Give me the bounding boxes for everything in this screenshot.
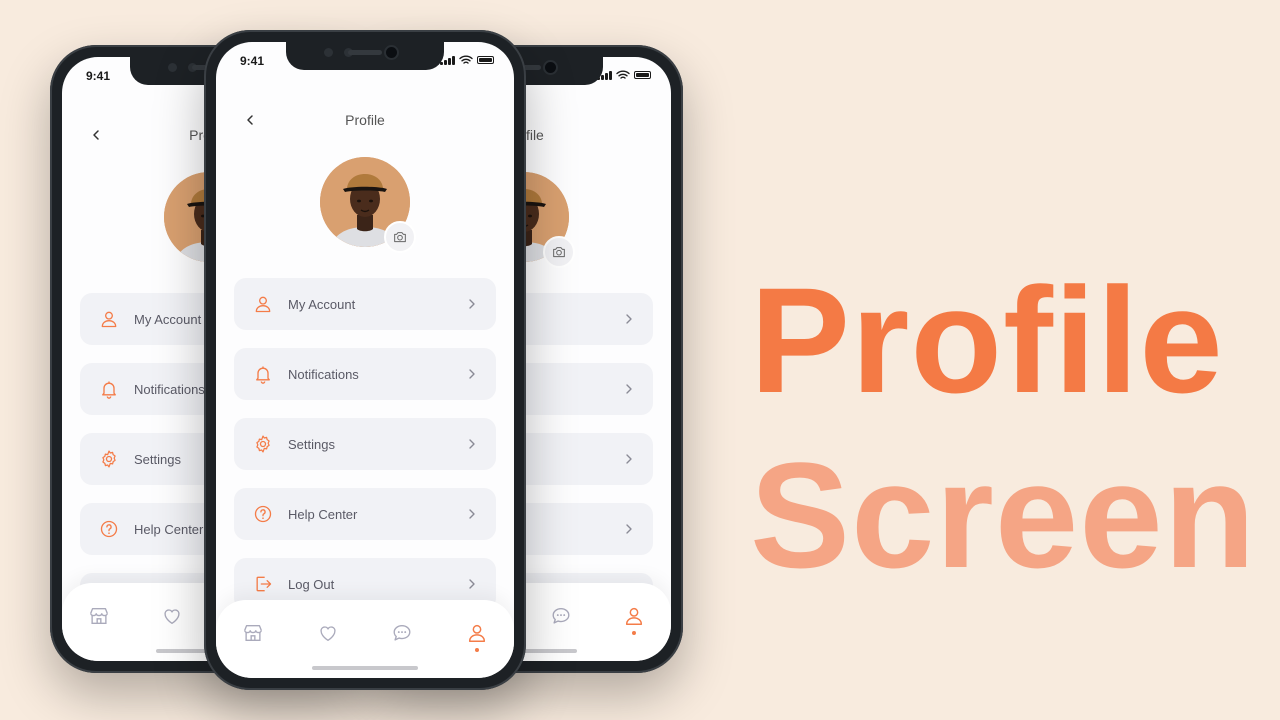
notch	[286, 42, 444, 70]
status-time: 9:41	[240, 54, 265, 68]
tab-chat[interactable]	[389, 620, 415, 646]
help-icon	[99, 519, 119, 539]
wifi-icon	[459, 55, 473, 64]
logout-icon	[253, 574, 273, 594]
status-icons	[597, 70, 651, 80]
heart-icon	[161, 605, 183, 627]
user-icon	[253, 294, 273, 314]
avatar	[320, 157, 416, 253]
change-photo-button[interactable]	[384, 221, 416, 253]
chevron-right-icon	[466, 438, 478, 450]
tab-profile[interactable]	[621, 603, 647, 629]
chevron-right-icon	[623, 383, 635, 395]
menu-item-label: Settings	[288, 436, 335, 452]
menu-item-settings[interactable]: Settings	[234, 418, 496, 470]
user-icon	[99, 309, 119, 329]
status-time: 9:41	[86, 69, 111, 83]
menu-item-label: Log Out	[288, 576, 335, 592]
screen-title: Profile	[345, 112, 385, 128]
menu-item-label: Help Center	[288, 506, 358, 522]
camera-icon	[392, 229, 408, 245]
chat-icon	[391, 622, 413, 644]
gear-icon	[99, 449, 119, 469]
wifi-icon	[616, 70, 630, 79]
chevron-right-icon	[623, 523, 635, 535]
battery-icon	[477, 56, 494, 64]
menu-item-notifications[interactable]: Notifications	[234, 348, 496, 400]
profile-menu: My Account Notifications Settings Help C…	[234, 278, 496, 628]
menu-item-my-account[interactable]: My Account	[234, 278, 496, 330]
store-icon	[242, 622, 264, 644]
tab-store[interactable]	[240, 620, 266, 646]
chevron-right-icon	[623, 453, 635, 465]
chat-icon	[550, 605, 572, 627]
tab-favorites[interactable]	[159, 603, 185, 629]
chevron-right-icon	[466, 298, 478, 310]
tab-chat[interactable]	[548, 603, 574, 629]
store-icon	[88, 605, 110, 627]
home-indicator	[312, 666, 418, 670]
tab-store[interactable]	[86, 603, 112, 629]
chevron-right-icon	[623, 313, 635, 325]
headline-line-1: Profile	[750, 256, 1224, 424]
bell-icon	[99, 379, 119, 399]
user-icon	[623, 605, 645, 627]
heart-icon	[317, 622, 339, 644]
chevron-right-icon	[466, 578, 478, 590]
menu-item-help-center[interactable]: Help Center	[234, 488, 496, 540]
bell-icon	[253, 364, 273, 384]
tab-favorites[interactable]	[315, 620, 341, 646]
chevron-right-icon	[466, 508, 478, 520]
chevron-right-icon	[466, 368, 478, 380]
change-photo-button[interactable]	[543, 236, 575, 268]
gear-icon	[253, 434, 273, 454]
screen-front: 9:41 Profile My Account Notifications Se…	[216, 42, 514, 678]
tab-profile[interactable]	[464, 620, 490, 646]
user-icon	[466, 622, 488, 644]
help-icon	[253, 504, 273, 524]
menu-item-label: Notifications	[288, 366, 359, 382]
phone-front: 9:41 Profile My Account Notifications Se…	[204, 30, 526, 690]
camera-icon	[551, 244, 567, 260]
headline-line-2: Screen	[750, 431, 1257, 599]
menu-item-label: My Account	[288, 296, 356, 312]
status-icons	[440, 55, 494, 65]
tab-bar	[216, 600, 514, 678]
battery-icon	[634, 71, 651, 79]
